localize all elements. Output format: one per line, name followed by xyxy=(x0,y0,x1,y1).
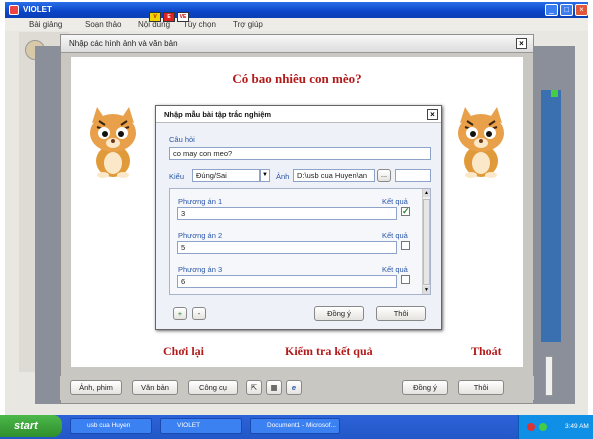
taskbar-item-violet[interactable]: VIOLET xyxy=(160,418,242,434)
correct-checkbox[interactable] xyxy=(401,241,410,250)
option-label: Phương án 2 xyxy=(178,231,223,240)
close-dialog-button[interactable]: × xyxy=(516,38,527,49)
browse-button[interactable]: ... xyxy=(377,169,391,182)
system-tray: 3:49 AM xyxy=(518,415,593,439)
image-path-input[interactable]: D:\usb cua Huyen\an xyxy=(293,169,375,182)
options-list: Phương án 1 Kết quả 3 ✓ Phương án 2 Kết … xyxy=(169,188,431,295)
question-input[interactable]: co may con meo? xyxy=(169,147,431,160)
outer-scrollbar[interactable] xyxy=(545,356,553,396)
start-button[interactable]: start xyxy=(0,415,62,437)
result-label: Kết quả xyxy=(382,231,408,240)
cat-image-left xyxy=(90,107,136,178)
text-button[interactable]: Văn bản xyxy=(132,380,178,395)
option-label: Phương án 3 xyxy=(178,265,223,274)
tray-alert-icon[interactable] xyxy=(527,423,535,431)
close-quiz-dialog-button[interactable]: × xyxy=(427,109,438,120)
result-label: Kết quả xyxy=(382,265,408,274)
violet-app-icon xyxy=(9,5,19,15)
close-app-button[interactable]: × xyxy=(575,4,588,16)
cursor-tool-icon[interactable]: ⇱ xyxy=(246,380,262,395)
grid-tool-icon[interactable]: ▦ xyxy=(266,380,282,395)
options-scrollbar[interactable]: ▲ ▼ xyxy=(422,189,430,294)
lang-e-icon[interactable]: E xyxy=(163,12,175,22)
extra-input[interactable] xyxy=(395,169,431,182)
quiz-dialog-header: Nhập mẫu bài tập trắc nghiệm × xyxy=(156,106,441,123)
type-select[interactable]: Đúng/Sai xyxy=(192,169,260,182)
question-label: Câu hỏi xyxy=(169,135,195,144)
minimize-button[interactable]: _ xyxy=(545,4,558,16)
retry-link[interactable]: Chơi lại xyxy=(163,344,204,359)
right-panel xyxy=(541,90,561,342)
quiz-dialog-title: Nhập mẫu bài tập trắc nghiệm xyxy=(164,110,272,119)
app-titlebar: VIOLET _ □ × xyxy=(5,2,588,18)
option-input[interactable]: 3 xyxy=(177,207,397,220)
lang-ve-icon[interactable]: VE xyxy=(177,12,189,22)
ok-button[interactable]: Đồng ý xyxy=(314,306,364,321)
exit-button[interactable]: Thôi xyxy=(376,306,426,321)
browser-icon[interactable]: e xyxy=(286,380,302,395)
chevron-down-icon[interactable]: ▼ xyxy=(260,169,270,182)
cat-image-right xyxy=(458,107,504,178)
image-label: Ảnh xyxy=(276,172,290,181)
tray-network-icon[interactable] xyxy=(539,423,547,431)
scroll-up-icon[interactable]: ▲ xyxy=(423,189,430,197)
question-heading: Có bao nhiêu con mèo? xyxy=(232,71,362,86)
dialog-header: Nhập các hình ảnh và văn bản × xyxy=(61,35,533,53)
image-film-button[interactable]: Ảnh, phim xyxy=(70,380,122,395)
option-input[interactable]: 6 xyxy=(177,275,397,288)
maximize-button[interactable]: □ xyxy=(560,4,573,16)
lang-v-icon[interactable]: V xyxy=(149,12,161,22)
ok-button-bottom[interactable]: Đồng ý xyxy=(402,380,448,395)
clock: 3:49 AM xyxy=(565,423,589,430)
menu-soan-thao[interactable]: Soạn thảo xyxy=(85,20,121,29)
menu-tro-giup[interactable]: Trợ giúp xyxy=(233,20,263,29)
correct-checkbox[interactable]: ✓ xyxy=(401,207,410,216)
taskbar-item-document[interactable]: Document1 - Microsof... xyxy=(250,418,340,434)
result-label: Kết quả xyxy=(382,197,408,206)
exit-link[interactable]: Thoát xyxy=(471,344,502,359)
add-option-button[interactable]: + xyxy=(173,307,187,320)
option-label: Phương án 1 xyxy=(178,197,223,206)
scroll-thumb[interactable] xyxy=(423,199,430,285)
correct-checkbox[interactable] xyxy=(401,275,410,284)
taskbar-item-folder[interactable]: usb cua Huyen xyxy=(70,418,152,434)
cancel-button-bottom[interactable]: Thôi xyxy=(458,380,504,395)
dialog-title: Nhập các hình ảnh và văn bản xyxy=(69,39,178,48)
status-indicator-icon xyxy=(551,90,558,97)
option-input[interactable]: 5 xyxy=(177,241,397,254)
taskbar: start usb cua Huyen VIOLET Document1 - M… xyxy=(0,415,593,439)
quiz-template-dialog: Nhập mẫu bài tập trắc nghiệm × Câu hỏi c… xyxy=(155,105,442,330)
tools-button[interactable]: Công cụ xyxy=(188,380,238,395)
remove-option-button[interactable]: - xyxy=(192,307,206,320)
check-result-link[interactable]: Kiểm tra kết quả xyxy=(285,344,373,359)
menu-bai-giang[interactable]: Bài giảng xyxy=(29,20,62,29)
menu-bar: Bài giảng Soạn thảo Nội dung Tùy chọn Tr… xyxy=(5,18,588,31)
dialog-bottom-bar: Ảnh, phim Văn bản Công cụ ⇱ ▦ e Đồng ý T… xyxy=(60,376,534,400)
type-label: Kiểu xyxy=(169,172,185,181)
app-title: VIOLET xyxy=(23,5,52,14)
scroll-down-icon[interactable]: ▼ xyxy=(423,286,430,294)
